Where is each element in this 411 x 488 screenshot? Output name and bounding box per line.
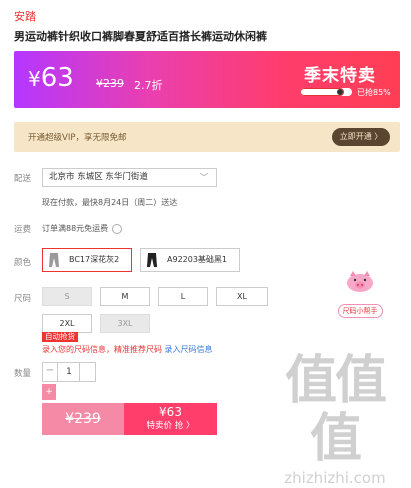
- color-option-black[interactable]: A92203基础黑1: [140, 248, 240, 272]
- size-label: 尺码: [14, 294, 32, 304]
- sold-text: 已抢85%: [357, 88, 391, 97]
- size-info-link[interactable]: 录入尺码信息: [165, 345, 213, 354]
- buy-sale-button[interactable]: ¥63 特卖价 抢 〉: [124, 403, 217, 435]
- shipping-text: 订单满88元免运费: [42, 223, 122, 234]
- question-circle-icon[interactable]: [111, 223, 122, 234]
- shipping-label: 运费: [14, 225, 32, 235]
- promo-banner: ¥63 ¥239 2.7折 季末特卖 已抢85%: [14, 51, 400, 108]
- address-value: 北京市 东城区 东华门街道: [49, 172, 148, 182]
- chevron-down-icon: ﹀: [200, 173, 208, 182]
- promo-discount: 2.7折: [134, 79, 163, 92]
- watermark-url: zhizhizhi.com: [284, 469, 386, 487]
- buy-sale-price: ¥63: [159, 405, 182, 419]
- color-option-gray[interactable]: BC17深花灰2: [42, 248, 132, 272]
- pig-mascot-icon: [347, 271, 373, 292]
- currency-symbol: ¥: [28, 67, 41, 91]
- pants-gray-thumbnail: [49, 253, 59, 267]
- size-hint-text: 录入您的尺码信息，精准推荐尺码: [42, 345, 165, 354]
- size-hint: 录入您的尺码信息，精准推荐尺码 录入尺码信息: [42, 344, 213, 355]
- pants-black-thumbnail: [147, 253, 157, 267]
- product-title: 男运动裤针织收口裤脚春夏舒适百搭长裤运动休闲裤: [14, 30, 267, 43]
- quantity-stepper: − 1: [42, 362, 96, 382]
- color-option-label: BC17深花灰2: [69, 255, 120, 264]
- size-option-3xl[interactable]: 3XL: [100, 314, 150, 333]
- auto-grab-tag: 自动抢货: [42, 332, 78, 342]
- shipping-text-value: 订单满88元免运费: [42, 224, 109, 233]
- quantity-plus-button[interactable]: [79, 363, 95, 381]
- size-option-2xl[interactable]: 2XL 自动抢货: [42, 314, 92, 342]
- sold-progress-bar: [300, 88, 352, 96]
- size-option-s[interactable]: S: [42, 287, 92, 306]
- size-option-m[interactable]: M: [100, 287, 150, 306]
- add-symbol-button[interactable]: +: [42, 384, 56, 400]
- size-option-xl[interactable]: XL: [216, 287, 268, 306]
- promo-price-value: 63: [40, 63, 74, 93]
- promo-original-price: ¥239: [96, 77, 124, 90]
- buy-original-price-button[interactable]: ¥239: [42, 403, 124, 435]
- quantity-label: 数量: [14, 369, 32, 379]
- quantity-input[interactable]: 1: [58, 363, 80, 381]
- address-select[interactable]: 北京市 东城区 东华门街道 ﹀: [42, 168, 217, 187]
- size-option-l[interactable]: L: [158, 287, 208, 306]
- quantity-minus-button[interactable]: −: [43, 363, 58, 381]
- delivery-eta: 现在付款，最快8月24日（周二）送达: [42, 198, 178, 207]
- watermark: 值值值 zhizhizhi.com: [262, 352, 408, 487]
- watermark-chars: 值值值: [284, 351, 387, 469]
- promo-price: ¥63: [28, 63, 74, 94]
- size-option-label: 2XL: [59, 319, 75, 328]
- vip-open-button[interactable]: 立即开通 〉: [332, 128, 390, 146]
- vip-banner: 开通超级VIP，享无限免邮 立即开通 〉: [14, 122, 400, 152]
- size-helper-label: 尺码小帮手: [337, 304, 383, 318]
- season-sale-label: 季末特卖: [304, 66, 376, 86]
- color-label: 颜色: [14, 258, 32, 268]
- delivery-label: 配送: [14, 174, 32, 184]
- vip-text: 开通超级VIP，享无限免邮: [28, 133, 127, 143]
- size-helper[interactable]: 尺码小帮手: [330, 268, 390, 318]
- color-option-label: A92203基础黑1: [167, 255, 228, 264]
- brand-name[interactable]: 安踏: [14, 8, 36, 24]
- buy-sale-label: 特卖价 抢 〉: [146, 421, 195, 431]
